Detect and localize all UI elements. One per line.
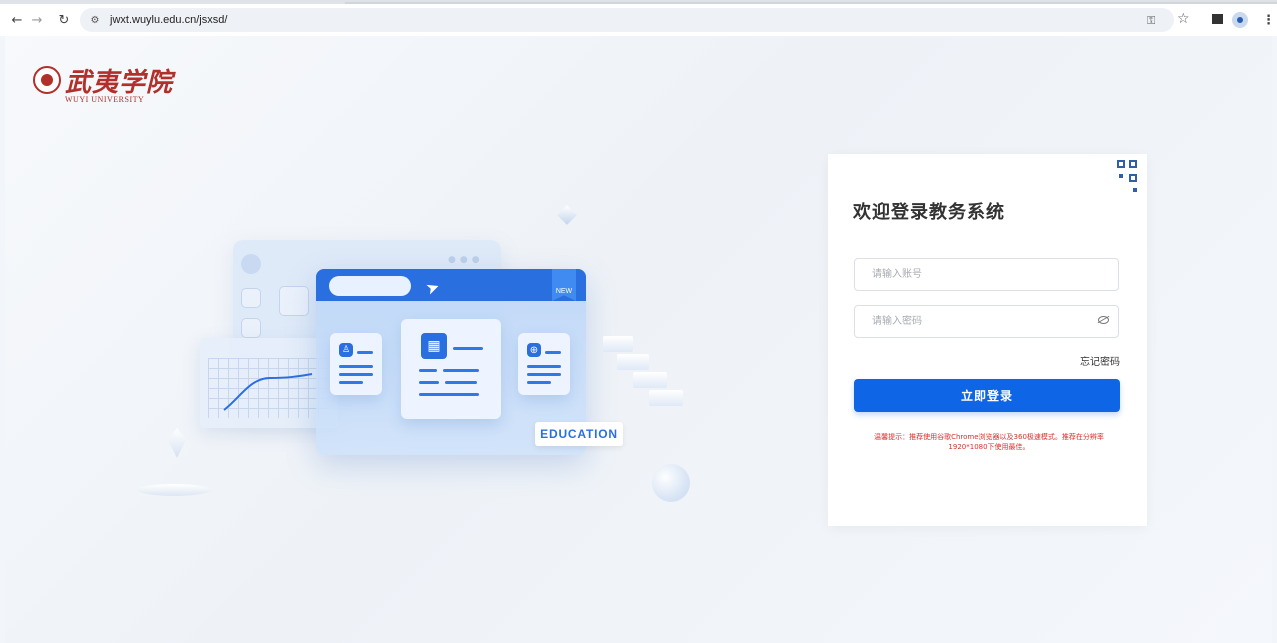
profile-card: ♙ [330,333,382,395]
apps-grid-icon: ▦ [421,333,447,359]
glass-sphere [652,464,690,502]
window-titlebar: ➤ [316,269,586,301]
card-line [339,365,373,368]
card-line [445,381,477,384]
card-line [339,381,363,384]
side-panel-icon[interactable] [1212,14,1223,24]
card-line [545,351,561,354]
eye-slash-icon[interactable] [1098,316,1109,324]
card-line [527,381,551,384]
address-bar[interactable]: ⚙ jwxt.wuylu.edu.cn/jsxsd/ [80,8,1174,32]
url-text[interactable]: jwxt.wuylu.edu.cn/jsxsd/ [110,14,227,26]
card-line [419,393,479,396]
search-pill [329,276,411,296]
globe-card: ⊕ [518,333,570,395]
site-settings-icon[interactable]: ⚙ [88,13,102,27]
browser-tip: 温馨提示：推荐使用谷歌Chrome浏览器以及360极速模式。推荐在分辨率1920… [874,433,1104,451]
placeholder-box [241,288,261,308]
card-line [443,369,479,372]
reload-icon[interactable]: ↻ [55,11,73,29]
card-line [453,347,483,350]
card-line [527,365,561,368]
placeholder-box [241,318,261,338]
org-chart-icon: ♙ [339,343,353,357]
forgot-password-link[interactable]: 忘记密码 [1080,353,1120,368]
back-arrow-icon[interactable]: ← [8,11,26,29]
browser-toolbar: ← → ↻ ⚙ jwxt.wuylu.edu.cn/jsxsd/ ⚿ ☆ ⋮ [0,4,1277,36]
star-icon[interactable]: ☆ [1177,11,1190,27]
card-line [339,373,373,376]
forward-arrow-icon[interactable]: → [28,11,46,29]
seal-icon [33,66,61,94]
card-line [419,381,439,384]
login-card: 欢迎登录教务系统 忘记密码 立即登录 温馨提示：推荐使用谷歌Chrome浏览器以… [828,154,1147,526]
stairs-decoration [595,336,685,426]
placeholder-box [279,286,309,316]
crystal-decoration [168,428,186,458]
education-badge: EDUCATION [535,422,623,446]
account-field[interactable] [854,258,1119,291]
profile-icon[interactable] [1232,12,1248,28]
login-page: 武夷学院 WUYI UNIVERSITY ●●● ➤ NEW ♙ ▦ ⊕ EDU… [5,36,1272,643]
qr-code-icon[interactable] [1117,160,1139,194]
education-illustration: ●●● ➤ NEW ♙ ▦ ⊕ EDUCATION [100,196,720,526]
logo-english: WUYI UNIVERSITY [65,95,145,104]
card-line [527,373,561,376]
avatar-icon [241,254,261,274]
key-icon[interactable]: ⚿ [1147,14,1155,28]
cursor-icon: ➤ [423,276,443,299]
card-line [419,369,437,372]
password-field[interactable] [854,305,1119,338]
floating-cube [557,205,577,225]
window-dots-icon: ●●● [448,255,484,265]
logo-chinese: 武夷学院 [65,68,174,98]
account-input[interactable] [855,259,1118,290]
university-logo: 武夷学院 WUYI UNIVERSITY [33,64,183,106]
apps-card: ▦ [401,319,501,419]
disc-decoration [138,484,210,496]
login-title: 欢迎登录教务系统 [853,202,1005,223]
globe-icon: ⊕ [527,343,541,357]
kebab-menu-icon[interactable]: ⋮ [1262,13,1275,28]
card-line [357,351,373,354]
login-button[interactable]: 立即登录 [854,379,1120,412]
password-input[interactable] [855,306,1118,337]
